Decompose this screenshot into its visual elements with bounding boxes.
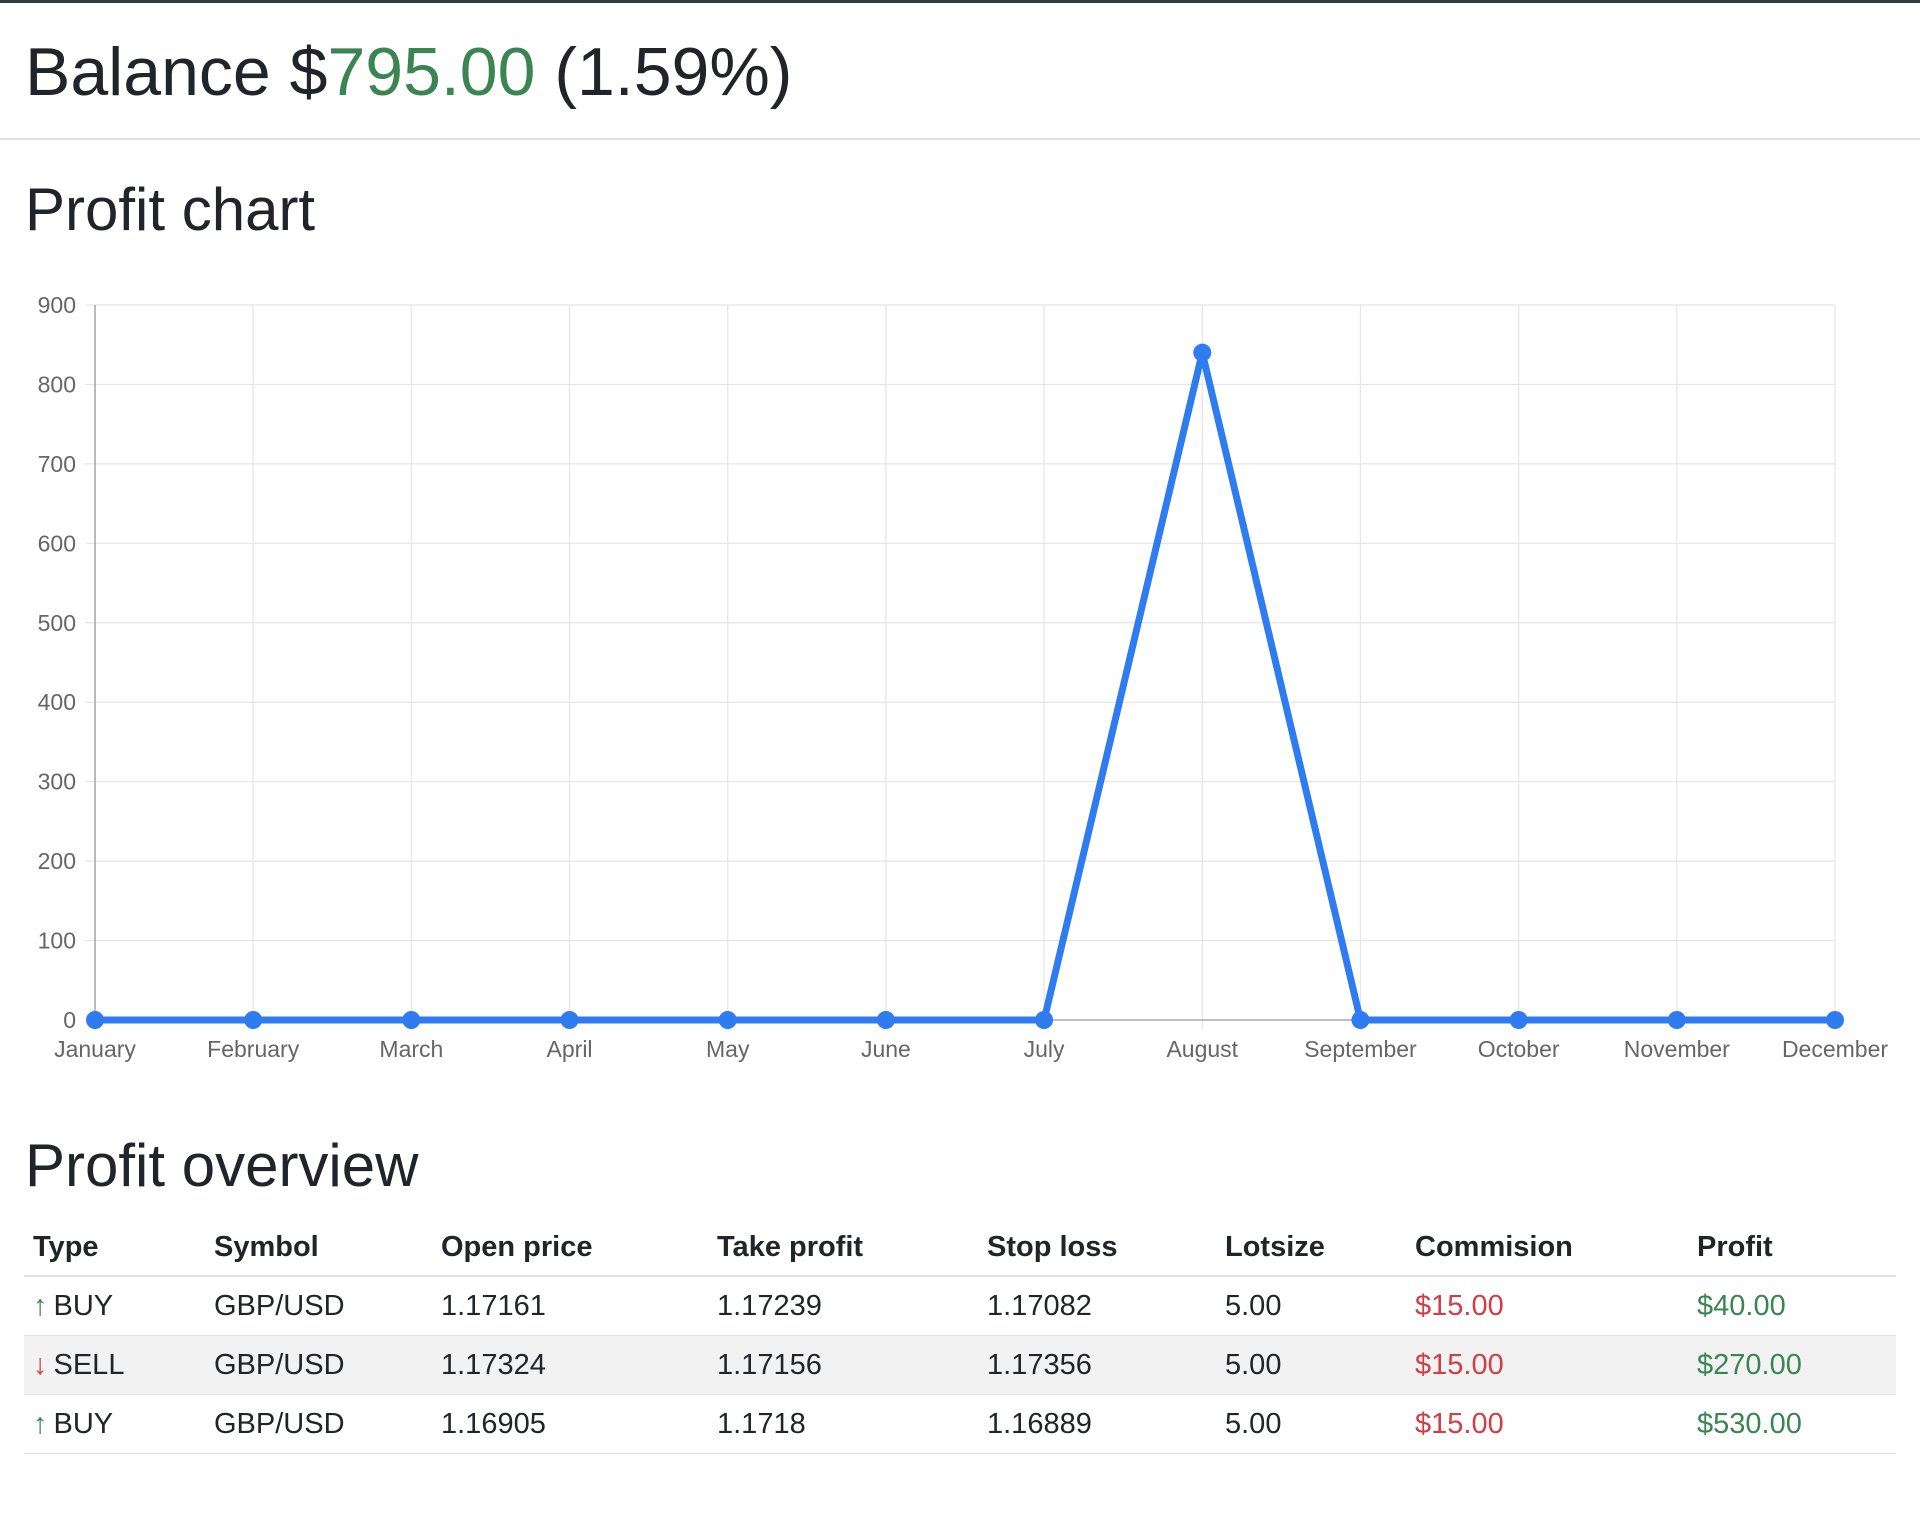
column-header-lotsize: Lotsize	[1216, 1220, 1406, 1277]
data-point	[1509, 1011, 1528, 1029]
lotsize-cell: 5.00	[1216, 1276, 1406, 1336]
y-tick-label: 0	[63, 1007, 76, 1033]
y-tick-label: 300	[38, 769, 76, 795]
y-tick-label: 900	[38, 292, 76, 318]
stop-loss-cell: 1.17356	[978, 1335, 1216, 1395]
data-point	[876, 1011, 895, 1029]
x-tick-label: November	[1624, 1036, 1730, 1062]
data-point	[1193, 343, 1212, 362]
open-price-cell: 1.16905	[432, 1394, 708, 1454]
table-header-row: Type Symbol Open price Take profit Stop …	[24, 1220, 1896, 1277]
take-profit-cell: 1.17156	[708, 1335, 978, 1395]
column-header-stop-loss: Stop loss	[978, 1220, 1216, 1277]
x-tick-label: April	[547, 1036, 593, 1062]
arrow-down-icon: ↓	[33, 1348, 48, 1381]
stop-loss-cell: 1.17082	[978, 1276, 1216, 1336]
data-point	[1826, 1011, 1844, 1029]
x-tick-label: October	[1478, 1036, 1560, 1062]
column-header-type: Type	[24, 1220, 205, 1277]
data-point	[1667, 1011, 1686, 1029]
data-point	[1351, 1011, 1370, 1029]
take-profit-cell: 1.17239	[708, 1276, 978, 1336]
symbol-cell: GBP/USD	[205, 1335, 432, 1395]
lotsize-cell: 5.00	[1216, 1335, 1406, 1395]
type-cell: ↑ BUY	[24, 1394, 205, 1454]
x-tick-label: February	[207, 1036, 300, 1062]
y-tick-label: 100	[38, 928, 76, 954]
type-label: SELL	[53, 1348, 125, 1381]
type-cell: ↓ SELL	[24, 1335, 205, 1395]
table-row: ↑ BUY GBP/USD 1.16905 1.1718 1.16889 5.00…	[24, 1394, 1896, 1454]
x-tick-label: August	[1166, 1036, 1238, 1062]
column-header-symbol: Symbol	[205, 1220, 432, 1277]
table-row: ↑ BUY GBP/USD 1.17161 1.17239 1.17082 5.0…	[24, 1276, 1896, 1336]
chart-section-title: Profit chart	[25, 176, 316, 243]
data-point	[86, 1011, 104, 1029]
column-header-profit: Profit	[1688, 1220, 1896, 1277]
y-tick-label: 700	[38, 451, 76, 477]
type-label: BUY	[53, 1289, 114, 1322]
profit-chart: 0 100 200 300 400 500 600 700 800 900 January Febru…	[38, 292, 1889, 1062]
x-tick-label: March	[379, 1036, 443, 1062]
open-price-cell: 1.17161	[432, 1276, 708, 1336]
y-tick-label: 200	[38, 848, 76, 874]
y-tick-label: 800	[38, 371, 76, 397]
column-header-commission: Commision	[1406, 1220, 1688, 1277]
data-point	[1035, 1011, 1054, 1029]
x-tick-label: September	[1304, 1036, 1417, 1062]
series-line	[91, 351, 1839, 1024]
arrow-up-icon: ↑	[33, 1407, 48, 1440]
open-price-cell: 1.17324	[432, 1335, 708, 1395]
y-tick-label: 500	[38, 610, 76, 636]
balance-label: Balance $	[25, 34, 328, 110]
profit-cell: $530.00	[1688, 1394, 1896, 1454]
x-tick-label: July	[1024, 1036, 1065, 1062]
table-row: ↓ SELL GBP/USD 1.17324 1.17156 1.17356 5.…	[24, 1335, 1896, 1395]
commission-cell: $15.00	[1406, 1335, 1688, 1395]
commission-cell: $15.00	[1406, 1276, 1688, 1336]
x-tick-label: December	[1782, 1036, 1888, 1062]
y-tick-label: 400	[38, 689, 76, 715]
profit-cell: $270.00	[1688, 1335, 1896, 1395]
type-cell: ↑ BUY	[24, 1276, 205, 1336]
balance-percent: (1.59%)	[554, 34, 793, 110]
data-point	[718, 1011, 737, 1029]
symbol-cell: GBP/USD	[205, 1276, 432, 1336]
x-tick-label: June	[861, 1036, 911, 1062]
symbol-cell: GBP/USD	[205, 1394, 432, 1454]
profit-cell: $40.00	[1688, 1276, 1896, 1336]
commission-cell: $15.00	[1406, 1394, 1688, 1454]
data-point	[244, 1011, 263, 1029]
overview-section-title: Profit overview	[25, 1132, 419, 1199]
balance-header: Balance $795.00 (1.59%)	[25, 32, 792, 112]
header-divider	[0, 138, 1920, 140]
arrow-up-icon: ↑	[33, 1289, 48, 1322]
top-border	[0, 0, 1920, 3]
x-tick-label: January	[54, 1036, 136, 1062]
x-tick-label: May	[706, 1036, 750, 1062]
balance-amount: 795.00	[327, 34, 536, 110]
data-point	[560, 1011, 579, 1029]
type-label: BUY	[53, 1407, 114, 1440]
stop-loss-cell: 1.16889	[978, 1394, 1216, 1454]
column-header-take-profit: Take profit	[708, 1220, 978, 1277]
profit-overview-table: Type Symbol Open price Take profit Stop …	[24, 1220, 1896, 1454]
y-tick-label: 600	[38, 530, 76, 556]
lotsize-cell: 5.00	[1216, 1394, 1406, 1454]
take-profit-cell: 1.1718	[708, 1394, 978, 1454]
data-point	[402, 1011, 421, 1029]
column-header-open-price: Open price	[432, 1220, 708, 1277]
